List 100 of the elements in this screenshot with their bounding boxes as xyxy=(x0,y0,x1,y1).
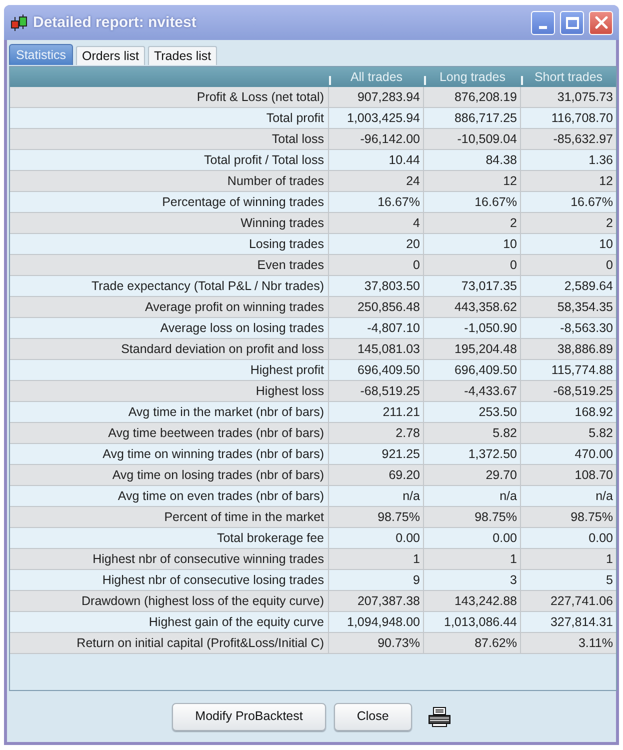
table-cell: 29.70 xyxy=(424,465,521,486)
table-cell: 1,003,425.94 xyxy=(329,108,424,129)
row-label: Highest loss xyxy=(10,381,329,402)
row-label: Return on initial capital (Profit&Loss/Initial C) xyxy=(10,633,329,654)
table-cell: 1 xyxy=(329,549,424,570)
table-cell: 98.75% xyxy=(424,507,521,528)
row-label: Percent of time in the market xyxy=(10,507,329,528)
close-icon xyxy=(594,16,608,29)
table-cell: 10.44 xyxy=(329,150,424,171)
printer-icon[interactable] xyxy=(428,706,451,726)
table-cell: 2 xyxy=(424,213,521,234)
modify-button[interactable]: Modify ProBacktest xyxy=(172,702,326,730)
table-cell: n/a xyxy=(329,486,424,507)
table-cell: 0.00 xyxy=(424,528,521,549)
table-cell: 470.00 xyxy=(521,444,616,465)
row-label: Avg time on losing trades (nbr of bars) xyxy=(10,465,329,486)
column-header: Long trades xyxy=(439,68,506,86)
table-cell: 9 xyxy=(329,570,424,591)
row-label: Highest nbr of consecutive winning trades xyxy=(10,549,329,570)
table-cell: 58,354.35 xyxy=(521,297,616,318)
table-cell: 211.21 xyxy=(329,402,424,423)
table-cell: 84.38 xyxy=(424,150,521,171)
row-label: Percentage of winning trades xyxy=(10,192,329,213)
table-cell: 5.82 xyxy=(521,423,616,444)
row-label: Avg time on even trades (nbr of bars) xyxy=(10,486,329,507)
table-cell: 98.75% xyxy=(521,507,616,528)
table-cell: 0 xyxy=(329,255,424,276)
table-cell: 16.67% xyxy=(424,192,521,213)
table-cell: 1 xyxy=(424,549,521,570)
table-cell: 227,741.06 xyxy=(521,591,616,612)
table-cell: 921.25 xyxy=(329,444,424,465)
minimize-button[interactable] xyxy=(531,10,555,34)
table-cell: 253.50 xyxy=(424,402,521,423)
row-label: Total brokerage fee xyxy=(10,528,329,549)
close-button[interactable] xyxy=(589,10,613,34)
table-cell: 168.92 xyxy=(521,402,616,423)
row-label: Number of trades xyxy=(10,171,329,192)
table-cell: 0.00 xyxy=(521,528,616,549)
table-cell: 327,814.31 xyxy=(521,612,616,633)
table-cell: -1,050.90 xyxy=(424,318,521,339)
table-cell: 195,204.48 xyxy=(424,339,521,360)
table-cell: -68,519.25 xyxy=(329,381,424,402)
row-label: Standard deviation on profit and loss xyxy=(10,339,329,360)
table-cell: 0 xyxy=(521,255,616,276)
table-cell: 886,717.25 xyxy=(424,108,521,129)
row-label: Avg time in the market (nbr of bars) xyxy=(10,402,329,423)
table-cell: 108.70 xyxy=(521,465,616,486)
table-cell: -8,563.30 xyxy=(521,318,616,339)
tab[interactable]: Trades list xyxy=(148,46,218,65)
table-cell: 20 xyxy=(329,234,424,255)
row-label: Total loss xyxy=(10,129,329,150)
table-cell: 16.67% xyxy=(329,192,424,213)
table-cell: 73,017.35 xyxy=(424,276,521,297)
table-cell: 12 xyxy=(521,171,616,192)
table-cell: 143,242.88 xyxy=(424,591,521,612)
table-cell: n/a xyxy=(521,486,616,507)
row-label: Average loss on losing trades xyxy=(10,318,329,339)
row-label: Average profit on winning trades xyxy=(10,297,329,318)
row-label: Avg time beetween trades (nbr of bars) xyxy=(10,423,329,444)
table-cell: 145,081.03 xyxy=(329,339,424,360)
table-cell: 443,358.62 xyxy=(424,297,521,318)
column-header: All trades xyxy=(350,68,403,86)
table-cell: 907,283.94 xyxy=(329,87,424,108)
table-cell: 4 xyxy=(329,213,424,234)
table-cell: 2.78 xyxy=(329,423,424,444)
row-label: Losing trades xyxy=(10,234,329,255)
table-cell: 207,387.38 xyxy=(329,591,424,612)
table-cell: 696,409.50 xyxy=(424,360,521,381)
table-cell: 1.36 xyxy=(521,150,616,171)
table-cell: 1,094,948.00 xyxy=(329,612,424,633)
row-label: Avg time on winning trades (nbr of bars) xyxy=(10,444,329,465)
candlestick-icon xyxy=(10,14,28,32)
minimize-icon xyxy=(539,26,547,28)
row-label: Winning trades xyxy=(10,213,329,234)
table-cell: 0 xyxy=(424,255,521,276)
table-cell: 31,075.73 xyxy=(521,87,616,108)
row-label: Drawdown (highest loss of the equity curve) xyxy=(10,591,329,612)
row-label: Total profit xyxy=(10,108,329,129)
row-label: Profit & Loss (net total) xyxy=(10,87,329,108)
table-cell: 2,589.64 xyxy=(521,276,616,297)
table-cell: 69.20 xyxy=(329,465,424,486)
column-header: Short trades xyxy=(534,68,603,86)
table-cell: -68,519.25 xyxy=(521,381,616,402)
table-cell: 0.00 xyxy=(329,528,424,549)
table-cell: 1,013,086.44 xyxy=(424,612,521,633)
close-dialog-button[interactable]: Close xyxy=(334,702,412,730)
table-cell: 876,208.19 xyxy=(424,87,521,108)
table-cell: -85,632.97 xyxy=(521,129,616,150)
table-cell: 10 xyxy=(424,234,521,255)
table-cell: 38,886.89 xyxy=(521,339,616,360)
row-label: Highest gain of the equity curve xyxy=(10,612,329,633)
row-label: Highest nbr of consecutive losing trades xyxy=(10,570,329,591)
table-cell: 115,774.88 xyxy=(521,360,616,381)
table-cell: 87.62% xyxy=(424,633,521,654)
table-cell: n/a xyxy=(424,486,521,507)
maximize-button[interactable] xyxy=(560,10,584,34)
table-cell: 3 xyxy=(424,570,521,591)
table-cell: 37,803.50 xyxy=(329,276,424,297)
tab[interactable]: Orders list xyxy=(76,46,145,65)
window-title: Detailed report: nvitest xyxy=(33,15,196,30)
